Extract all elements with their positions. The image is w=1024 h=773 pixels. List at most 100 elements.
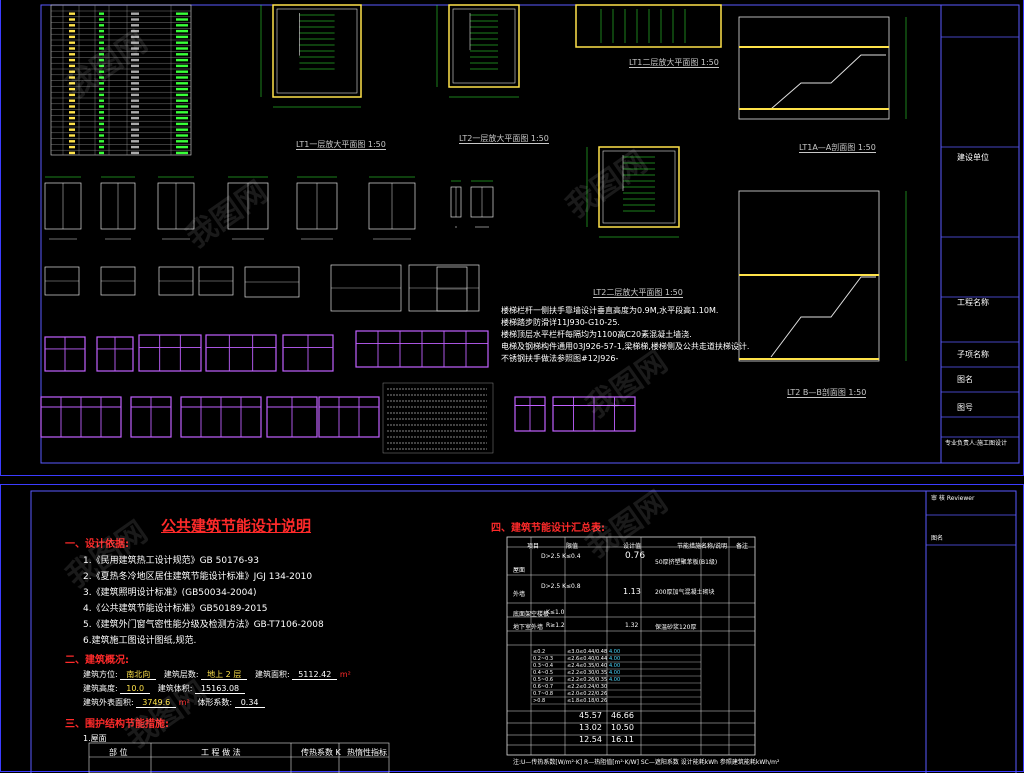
tb-drawing-name: 图名: [931, 533, 943, 542]
summary-window-ratio: 0.2~0.3: [533, 656, 553, 662]
door-schedule-cell: [131, 24, 139, 26]
summary-window-val: 4.00: [609, 677, 620, 683]
door-schedule-cell: [131, 65, 139, 67]
door-schedule-cell: [69, 59, 75, 61]
door-schedule-cell: [176, 65, 188, 67]
overview-height: 10.0: [120, 684, 150, 694]
basis-item-5: 5.《建筑外门窗气密性能分级及检测方法》GB-T7106-2008: [83, 617, 324, 630]
summary-window-sc: ≤0.44/0.48: [579, 649, 607, 655]
door-schedule-cell: [176, 100, 188, 102]
envelope-th-3: 传热系数 K: [301, 747, 341, 758]
envelope-th-1: 部 位: [109, 747, 128, 758]
summary-window-ratio: ≤0.2: [533, 649, 545, 655]
summary-window-val: 4.00: [609, 670, 620, 676]
section-a-stair: [771, 55, 886, 109]
door-schedule-cell: [69, 36, 75, 38]
summary-window-sc: ≤0.22/0.26: [579, 691, 607, 697]
summary-window-sc: ≤0.30/0.35: [579, 670, 607, 676]
door-schedule-cell: [99, 134, 104, 136]
section-envelope: 三、围护结构节能措施:: [65, 715, 169, 730]
summary-window-val: 4.00: [609, 656, 620, 662]
door-schedule-cell: [176, 105, 188, 107]
door-schedule-cell: [99, 152, 104, 154]
door-schedule-cell: [99, 13, 104, 15]
basis-item-2: 2.《夏热冬冷地区居住建筑节能设计标准》JGJ 134-2010: [83, 569, 312, 582]
door-schedule-cell: [69, 129, 75, 131]
summary-window-ratio: 0.3~0.4: [533, 663, 553, 669]
door-schedule-cell: [69, 71, 75, 73]
door-schedule-cell: [176, 117, 188, 119]
door-schedule-cell: [176, 140, 188, 142]
summary-th-limit: 限值: [566, 541, 578, 550]
door-schedule-cell: [131, 140, 139, 142]
door-schedule-cell: [99, 71, 104, 73]
stair-plan-lt1-f2: [576, 5, 721, 47]
envelope-th-2: 工 程 做 法: [201, 747, 241, 758]
door-schedule-cell: [176, 111, 188, 113]
title-block-row-3: 子项名称: [957, 349, 989, 360]
summary-result-b: 10.50: [611, 723, 634, 732]
door-schedule-cell: [69, 18, 75, 20]
door-schedule-cell: [176, 59, 188, 61]
stair-note-2: 楼梯踏步防滑详11J930-G10-25.: [501, 317, 620, 328]
overview-line-3: 建筑外表面积: 3749.6 m² 体形系数: 0.34: [83, 697, 265, 708]
stair-note-4: 电梯及钢梯构件通用03J926-57-1,梁梯梯,楼梯侧及公共走道扶梯设计.: [501, 341, 749, 352]
summary-row-1-measure: 50厚挤塑聚苯板(B1级): [655, 557, 717, 566]
door-schedule-cell: [69, 47, 75, 49]
door-schedule-cell: [99, 59, 104, 61]
door-schedule-cell: [99, 36, 104, 38]
door-schedule-cell: [176, 134, 188, 136]
stair-note-1: 楼梯栏杆一侧扶手靠墙设计垂直高度为0.9M,水平段高1.10M.: [501, 305, 718, 316]
basis-item-1: 1.《民用建筑热工设计规范》GB 50176-93: [83, 553, 259, 566]
door-schedule-cell: [99, 42, 104, 44]
overview-location: 南北向: [120, 670, 156, 680]
door-schedule-cell: [69, 94, 75, 96]
section-summary: 四、建筑节能设计汇总表:: [491, 519, 605, 534]
plan-caption-lt2-f1: LT2一层放大平面图 1:50: [459, 133, 549, 144]
door-schedule-cell: [131, 100, 139, 102]
door-schedule-cell: [99, 140, 104, 142]
door-schedule-cell: [131, 152, 139, 154]
doc-title: 公共建筑节能设计说明: [161, 515, 311, 536]
door-schedule-cell: [69, 117, 75, 119]
summary-window-val: 4.00: [609, 649, 620, 655]
door-schedule-cell: [69, 152, 75, 154]
door-schedule-cell: [99, 30, 104, 32]
summary-window-k: ≤2.6: [567, 656, 579, 662]
title-block-stamp: 专业负责人:施工图设计: [945, 438, 1007, 447]
door-schedule-cell: [99, 65, 104, 67]
door-schedule-cell: [69, 100, 75, 102]
door-schedule-cell: [131, 134, 139, 136]
door-schedule-cell: [99, 94, 104, 96]
door-schedule-cell: [99, 18, 104, 20]
door-schedule-cell: [176, 152, 188, 154]
envelope-sub: 1.屋面: [83, 733, 107, 744]
summary-window-ratio: 0.5~0.6: [533, 677, 553, 683]
stair-note-3: 楼梯顶层水平栏杆每隔均为1100高C20素混凝土墙浇.: [501, 329, 692, 340]
door-schedule-cell: [69, 111, 75, 113]
summary-window-k: ≤2.2: [567, 677, 579, 683]
door-schedule-cell: [69, 24, 75, 26]
door-schedule-cell: [99, 24, 104, 26]
basis-item-6: 6.建筑施工图设计图纸,规范.: [83, 633, 196, 646]
summary-result-a: 45.57: [579, 711, 602, 720]
door-schedule-cell: [131, 129, 139, 131]
sheet-frame: [41, 5, 1019, 463]
door-schedule-cell: [131, 105, 139, 107]
section-b-stair: [771, 277, 876, 357]
door-schedule-cell: [176, 13, 188, 15]
door-schedule-cell: [69, 65, 75, 67]
door-schedule-cell: [99, 129, 104, 131]
section-basis: 一、设计依据:: [65, 535, 129, 550]
door-schedule-cell: [131, 94, 139, 96]
summary-row-4-item: 地下室外墙: [513, 622, 543, 631]
basis-item-4: 4.《公共建筑节能设计标准》GB50189-2015: [83, 601, 268, 614]
stair-plan-lt2-f1-inner: [453, 9, 515, 83]
window-frame: [206, 335, 276, 371]
door-schedule-cell: [99, 82, 104, 84]
plan-caption-lt1-f2: LT1二层放大平面图 1:50: [629, 57, 719, 68]
summary-window-sc: ≤0.24/0.30: [579, 684, 607, 690]
door-schedule-cell: [131, 76, 139, 78]
door-schedule-cell: [69, 30, 75, 32]
summary-row-4-design: 1.32: [625, 622, 638, 629]
